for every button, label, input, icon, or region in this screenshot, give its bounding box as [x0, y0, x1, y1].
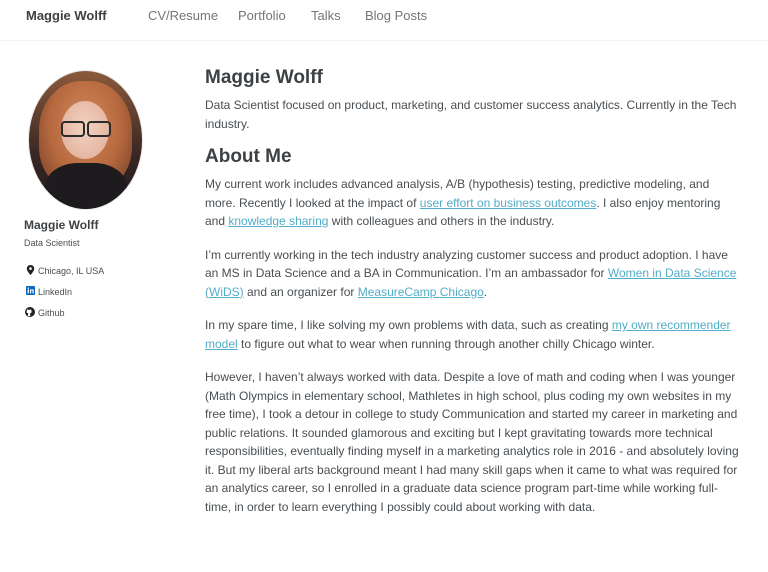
- link-knowledge-sharing[interactable]: knowledge sharing: [228, 214, 328, 228]
- github-link[interactable]: Github: [24, 302, 164, 323]
- about-paragraph-1: My current work includes advanced analys…: [205, 175, 740, 231]
- author-location: Chicago, IL USA: [24, 260, 164, 281]
- nav-item-blog-posts[interactable]: Blog Posts: [365, 8, 427, 23]
- linkedin-icon: [24, 286, 36, 297]
- avatar: [28, 70, 143, 210]
- author-sidebar: Maggie Wolff Data Scientist Chicago, IL …: [24, 70, 164, 323]
- page-lead: Data Scientist focused on product, marke…: [205, 98, 737, 131]
- nav-item-talks[interactable]: Talks: [311, 8, 341, 23]
- text-span: to figure out what to wear when running …: [237, 336, 655, 351]
- author-links: Chicago, IL USA LinkedIn Github: [24, 260, 164, 323]
- about-paragraph-2: I’m currently working in the tech indust…: [205, 246, 740, 302]
- github-icon: [24, 306, 36, 319]
- location-label: Chicago, IL USA: [38, 265, 105, 276]
- linkedin-label[interactable]: LinkedIn: [38, 287, 72, 297]
- location-pin-icon: [24, 264, 36, 277]
- nav-item-portfolio[interactable]: Portfolio: [238, 8, 286, 23]
- text-span: .: [483, 284, 488, 299]
- link-user-effort[interactable]: user effort on business outcomes: [420, 196, 597, 210]
- about-paragraph-3: In my spare time, I like solving my own …: [205, 316, 740, 353]
- nav-item-cv-resume[interactable]: CV/Resume: [148, 8, 218, 23]
- text-span: and an organizer for: [243, 284, 358, 299]
- author-bio: Data Scientist: [24, 238, 80, 248]
- text-span: In my spare time, I like solving my own …: [205, 318, 612, 332]
- about-paragraph-4: However, I haven’t always worked with da…: [205, 370, 739, 514]
- masthead: Maggie Wolff CV/Resume Portfolio Talks B…: [0, 0, 768, 41]
- link-measurecamp[interactable]: MeasureCamp Chicago: [358, 285, 484, 299]
- main-content: Maggie Wolff Data Scientist focused on p…: [205, 66, 740, 516]
- about-heading: About Me: [205, 146, 292, 167]
- page-title: Maggie Wolff: [205, 67, 323, 88]
- linkedin-link[interactable]: LinkedIn: [24, 281, 164, 302]
- text-span: with colleagues and others in the indust…: [328, 214, 555, 228]
- author-name: Maggie Wolff: [24, 218, 99, 232]
- github-label[interactable]: Github: [38, 308, 65, 318]
- site-title[interactable]: Maggie Wolff: [26, 8, 107, 23]
